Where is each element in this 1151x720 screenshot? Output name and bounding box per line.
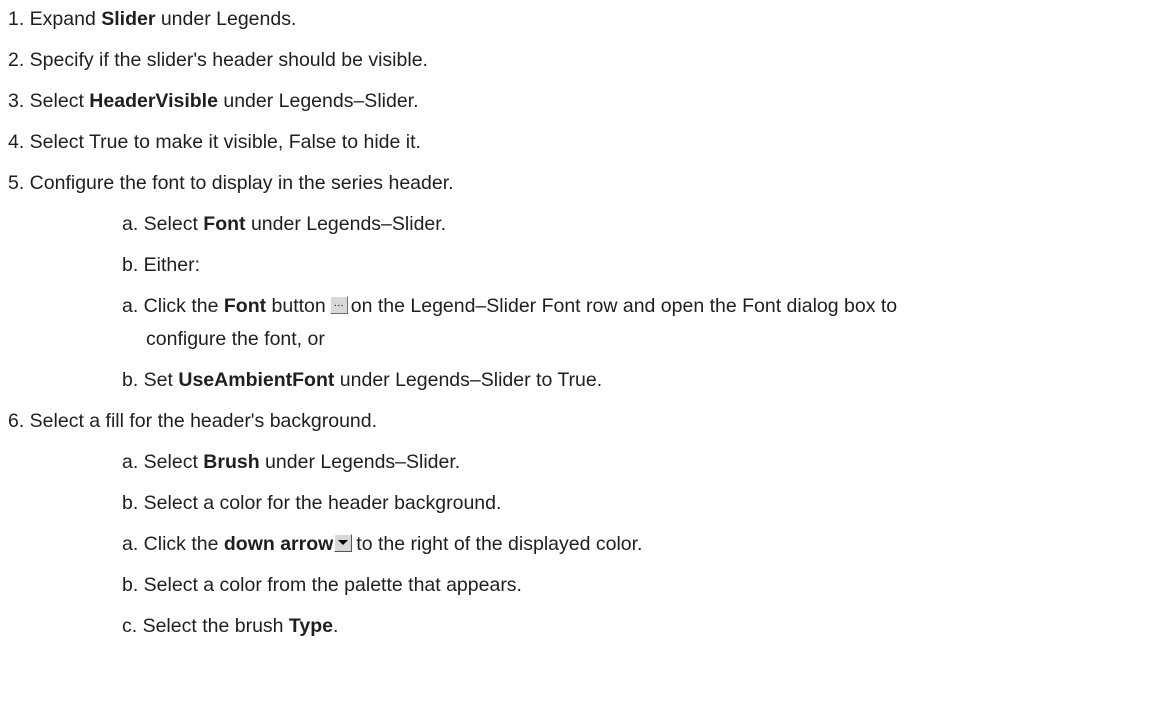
step-6d-text: b. Select a color from the palette that … [122, 574, 522, 596]
step-6e-text: c. Select the brush [122, 615, 289, 637]
step-1-text-end: under Legends. [155, 8, 297, 30]
step-4-text: 4. Select True to make it visible, False… [8, 131, 421, 153]
dropdown-arrow-icon [334, 534, 353, 552]
step-6a-text: a. Select [122, 451, 204, 473]
step-6e: c. Select the brush Type. [122, 614, 338, 638]
step-6-text: 6. Select a fill for the header's backgr… [8, 410, 378, 432]
step-5c: a. Click the Font button ··· on the Legend… [122, 294, 897, 318]
step-5c-text: a. Click the [122, 295, 224, 317]
step-5d-text-end: under Legends–Slider to True. [334, 369, 603, 391]
step-5: 5. Configure the font to display in the … [8, 171, 454, 195]
step-6b: b. Select a color for the header backgro… [122, 491, 501, 515]
step-5c-text-cont: configure the font, or [146, 328, 325, 350]
step-1-bold-term: Slider [101, 8, 156, 30]
step-3: 3. Select HeaderVisible under Legends–Sl… [8, 89, 419, 113]
step-6a-bold-term: Brush [203, 451, 260, 473]
step-6: 6. Select a fill for the header's backgr… [8, 409, 377, 433]
step-5a-text: a. Select [122, 213, 204, 235]
step-5c-text-end: on the Legend–Slider Font row and open t… [350, 295, 898, 317]
step-6a: a. Select Brush under Legends–Slider. [122, 450, 460, 474]
step-6e-text-end: . [333, 615, 339, 637]
step-5a-bold-term: Font [203, 213, 246, 235]
step-3-text-end: under Legends–Slider. [217, 90, 419, 112]
step-6c-bold-term: down arrow [223, 533, 334, 555]
step-3-bold-term: HeaderVisible [89, 90, 218, 112]
step-3-text: 3. Select [8, 90, 90, 112]
step-1-text: 1. Expand [8, 8, 102, 30]
step-5c-continued: configure the font, or [146, 327, 325, 351]
step-5-text: 5. Configure the font to display in the … [8, 172, 454, 194]
step-5d: b. Set UseAmbientFont under Legends–Slid… [122, 368, 602, 392]
step-5a: a. Select Font under Legends–Slider. [122, 212, 446, 236]
step-6e-bold-term: Type [288, 615, 333, 637]
step-5a-text-end: under Legends–Slider. [245, 213, 447, 235]
step-6c-text: a. Click the [122, 533, 224, 555]
step-2-text: 2. Specify if the slider's header should… [8, 49, 428, 71]
step-5b-text: b. Either: [122, 254, 201, 276]
step-1: 1. Expand Slider under Legends. [8, 7, 296, 31]
step-5b: b. Either: [122, 253, 200, 277]
step-5d-text: b. Set [122, 369, 179, 391]
step-6c-text-end: to the right of the displayed color. [356, 533, 643, 555]
step-6c: a. Click the down arrow to the right of t… [122, 532, 642, 556]
instruction-list: 1. Expand Slider under Legends. 2. Speci… [0, 0, 1151, 720]
step-4: 4. Select True to make it visible, False… [8, 130, 421, 154]
step-2: 2. Specify if the slider's header should… [8, 48, 428, 72]
step-5d-bold-term: UseAmbientFont [178, 369, 335, 391]
step-5c-bold-term: Font [223, 295, 267, 317]
step-6d: b. Select a color from the palette that … [122, 573, 522, 597]
ellipsis-button-icon: ··· [329, 296, 348, 314]
step-6b-text: b. Select a color for the header backgro… [122, 492, 502, 514]
step-6a-text-end: under Legends–Slider. [259, 451, 461, 473]
step-5c-text-mid: button [266, 295, 326, 317]
